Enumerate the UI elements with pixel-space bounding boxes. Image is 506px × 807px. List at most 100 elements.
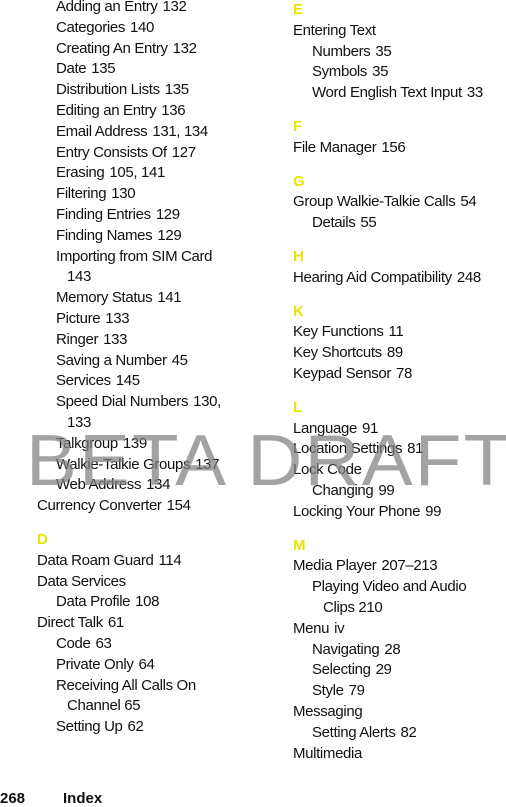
entry-page-ref: 55 (360, 214, 377, 232)
entry-page-ref: 135 (91, 60, 116, 78)
index-entry: Data Roam Guard 114 (37, 551, 252, 572)
entry-term: Lock Code (293, 461, 362, 479)
entry-term: Changing (312, 481, 374, 499)
index-subentry: Data Profile 108 (37, 592, 252, 613)
entry-page-ref: 248 (456, 268, 481, 286)
index-subentry: Playing Video and Audio Clips 210 (293, 577, 506, 619)
entry-page-ref: 130, (193, 393, 221, 411)
entry-page-ref: 99 (378, 481, 395, 499)
entry-page-ref: 105, 141 (109, 164, 166, 182)
index-entry: Group Walkie-Talkie Calls 54 (293, 192, 506, 213)
entry-term: Finding Entries (56, 205, 151, 223)
entry-term: Creating An Entry (56, 39, 168, 57)
index-entry: Key Shortcuts 89 (293, 343, 506, 364)
entry-term: Categories (56, 18, 126, 36)
entry-term: Numbers (312, 42, 371, 60)
index-letter-heading: F (293, 117, 302, 135)
index-subentry: Talkgroup 139 (37, 434, 252, 455)
entry-page-ref: 207–213 (381, 557, 438, 575)
index-subentry: Ringer 133 (37, 330, 252, 351)
index-entry: File Manager 156 (293, 138, 506, 159)
entry-page-ref: 156 (381, 138, 406, 156)
entry-term: Finding Names (56, 226, 153, 244)
index-entry: Multimedia (293, 744, 506, 765)
entry-page-ref: 154 (166, 497, 191, 515)
index-subentry: Speed Dial Numbers 130, 133 (37, 392, 252, 434)
entry-term: Group Walkie-Talkie Calls (293, 193, 456, 211)
index-letter-heading: D (37, 530, 48, 548)
entry-term: Distribution Lists (56, 81, 160, 99)
entry-term: Email Address (56, 122, 148, 140)
entry-page-ref: 145 (115, 372, 140, 390)
index-entry: Data Services (37, 572, 252, 593)
entry-page-ref: 78 (396, 364, 413, 382)
entry-term: Filtering (56, 185, 107, 203)
entry-term: File Manager (293, 138, 377, 156)
entry-term: Entry Consists Of (56, 143, 167, 161)
entry-term: Importing from SIM Card (56, 247, 213, 265)
entry-term: Style (312, 682, 344, 700)
entry-page-ref: 132 (162, 0, 187, 15)
entry-term: Setting Up (56, 718, 123, 736)
entry-page-ref: 135 (164, 81, 189, 99)
entry-term: Setting Alerts (312, 723, 396, 741)
index-letter-heading: M (293, 536, 306, 554)
entry-term: Web Address (56, 476, 142, 494)
entry-term: Talkgroup (56, 434, 118, 452)
entry-page-ref: 140 (130, 18, 155, 36)
entry-page-ref: 35 (375, 42, 392, 60)
index-column-left: Adding an Entry 132 Categories 140 Creating … (37, 0, 252, 738)
index-subentry: Saving a Number 45 (37, 351, 252, 372)
index-entry: Keypad Sensor 78 (293, 364, 506, 385)
entry-continuation: Channel 65 (67, 697, 141, 715)
index-letter-heading: G (293, 172, 305, 190)
entry-term: Location Settings (293, 440, 403, 458)
entry-page-ref: 133 (105, 309, 130, 327)
entry-term: Key Functions (293, 323, 384, 341)
entry-page-ref: 130 (111, 185, 136, 203)
entry-term: Navigating (312, 640, 380, 658)
index-subentry: Selecting 29 (293, 660, 506, 681)
page-number: 268 (0, 790, 26, 807)
entry-page-ref: 129 (157, 226, 182, 244)
entry-page-ref: 63 (95, 634, 112, 652)
entry-page-ref: 64 (138, 655, 155, 673)
index-subentry: Walkie-Talkie Groups 137 (37, 455, 252, 476)
entry-page-ref: 81 (407, 440, 424, 458)
entry-term: Direct Talk (37, 614, 103, 632)
entry-term: Key Shortcuts (293, 344, 382, 362)
index-subentry: Word English Text Input 33 (293, 83, 506, 104)
entry-page-ref: 114 (158, 551, 182, 569)
entry-page-ref: 45 (171, 351, 188, 369)
entry-term: Ringer (56, 330, 99, 348)
entry-page-ref: 79 (348, 682, 365, 700)
entry-page-ref: 139 (122, 434, 147, 452)
index-column-right: E Entering Text Numbers 35 Symbols 35 Word Eng… (293, 0, 506, 764)
index-subentry: Symbols 35 (293, 62, 506, 83)
entry-page-ref: 141 (157, 289, 182, 307)
index-subentry: Changing 99 (293, 481, 506, 502)
entry-page-ref: 82 (400, 723, 417, 741)
index-subentry: Filtering 130 (37, 184, 252, 205)
index-subentry: Numbers 35 (293, 42, 506, 63)
entry-term: Playing Video and Audio (312, 578, 467, 596)
index-subentry: Picture 133 (37, 309, 252, 330)
entry-term: Editing an Entry (56, 101, 157, 119)
section-title: Index (63, 790, 103, 807)
entry-term: Currency Converter (37, 497, 162, 515)
entry-term: Details (312, 214, 356, 232)
index-subentry: Setting Alerts 82 (293, 723, 506, 744)
entry-term: Erasing (56, 164, 105, 182)
entry-term: Selecting (312, 661, 371, 679)
index-entry: Location Settings 81 (293, 439, 506, 460)
index-subentry: Distribution Lists 135 (37, 80, 252, 101)
index-entry: Menu iv (293, 619, 506, 640)
entry-term: Speed Dial Numbers (56, 393, 189, 411)
entry-page-ref: 29 (375, 661, 392, 679)
entry-term: Media Player (293, 557, 377, 575)
index-entry: Language 91 (293, 419, 506, 440)
index-subentry: Creating An Entry 132 (37, 39, 252, 60)
entry-page-ref: 35 (372, 63, 389, 81)
index-subentry: Adding an Entry 132 (37, 0, 252, 18)
index-entry: Lock Code (293, 460, 506, 481)
